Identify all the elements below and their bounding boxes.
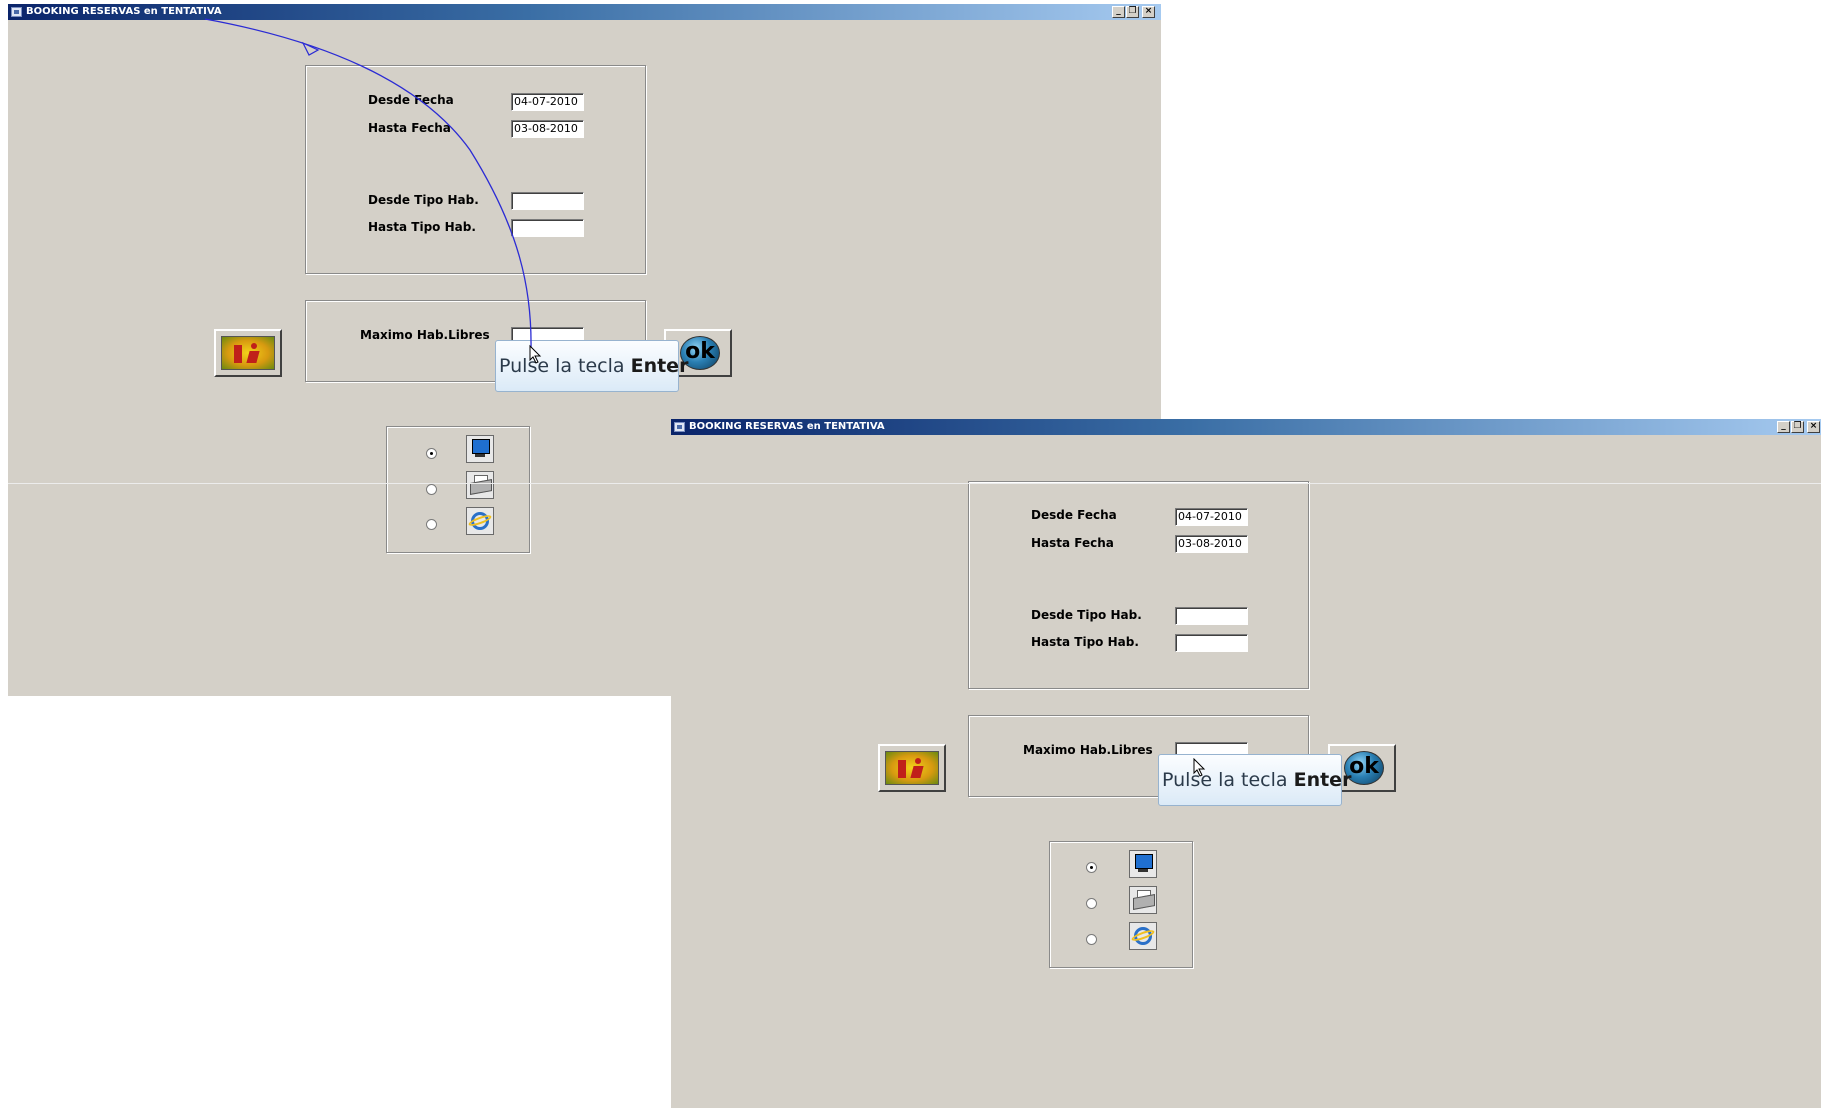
exit-icon [885,751,939,785]
output-printer-radio[interactable] [1086,898,1097,909]
mouse-cursor-icon [1193,758,1206,777]
exit-button[interactable] [214,329,282,377]
output-screen-radio[interactable] [426,448,437,459]
hasta-fecha-field[interactable]: 03-08-2010 [1175,535,1248,553]
hasta-tipo-label: Hasta Tipo Hab. [1031,635,1139,649]
desde-tipo-label: Desde Tipo Hab. [1031,608,1142,622]
restore-button[interactable]: ❐ [1791,421,1804,433]
desde-fecha-field[interactable]: 04-07-2010 [511,93,584,111]
restore-button[interactable]: ❐ [1126,6,1139,18]
minimize-button[interactable]: _ [1777,421,1790,433]
output-internet-radio[interactable] [426,519,437,530]
desde-fecha-label: Desde Fecha [1031,508,1117,522]
output-internet-radio[interactable] [1086,934,1097,945]
printer-icon [1129,886,1157,914]
output-options-group [386,426,530,553]
printer-icon [466,471,494,499]
internet-explorer-icon [466,507,494,535]
window-title: BOOKING RESERVAS en TENTATIVA [689,421,885,432]
desde-fecha-label: Desde Fecha [368,93,454,107]
hasta-tipo-label: Hasta Tipo Hab. [368,220,476,234]
close-button[interactable]: × [1142,6,1155,18]
tooltip-key: Enter [630,355,689,377]
desde-fecha-field[interactable]: 04-07-2010 [1175,508,1248,526]
date-range-group [305,65,646,274]
window-title: BOOKING RESERVAS en TENTATIVA [26,6,222,17]
hasta-tipo-field[interactable] [511,219,584,237]
hasta-tipo-field[interactable] [1175,634,1248,652]
hasta-fecha-label: Hasta Fecha [1031,536,1114,550]
app-icon [11,7,22,17]
exit-icon [221,336,275,370]
tooltip-prefix: Pulse la tecla [1162,769,1294,791]
desde-tipo-label: Desde Tipo Hab. [368,193,479,207]
hasta-fecha-field[interactable]: 03-08-2010 [511,120,584,138]
desde-tipo-field[interactable] [1175,607,1248,625]
output-options-group [1049,841,1193,968]
maximo-label: Maximo Hab.Libres [360,328,490,342]
close-button[interactable]: × [1807,421,1820,433]
exit-button[interactable] [878,744,946,792]
maximo-label: Maximo Hab.Libres [1023,743,1153,757]
minimize-button[interactable]: _ [1112,6,1125,18]
output-printer-radio[interactable] [426,484,437,495]
app-icon [674,422,685,432]
monitor-icon [466,435,494,463]
divider-line [8,483,1821,484]
tooltip-prefix: Pulse la tecla [499,355,631,377]
title-bar[interactable]: BOOKING RESERVAS en TENTATIVA _ ❐ × [671,419,1821,435]
internet-explorer-icon [1129,922,1157,950]
booking-window-front: BOOKING RESERVAS en TENTATIVA _ ❐ × Desd… [671,419,1821,1108]
output-screen-radio[interactable] [1086,862,1097,873]
enter-key-tooltip: Pulse la tecla Enter [1158,754,1351,806]
monitor-icon [1129,850,1157,878]
title-bar[interactable]: BOOKING RESERVAS en TENTATIVA _ ❐ × [8,4,1161,20]
enter-key-tooltip: Pulse la tecla Enter [495,340,688,392]
date-range-group [968,481,1309,689]
tooltip-key: Enter [1293,769,1352,791]
desde-tipo-field[interactable] [511,192,584,210]
hasta-fecha-label: Hasta Fecha [368,121,451,135]
